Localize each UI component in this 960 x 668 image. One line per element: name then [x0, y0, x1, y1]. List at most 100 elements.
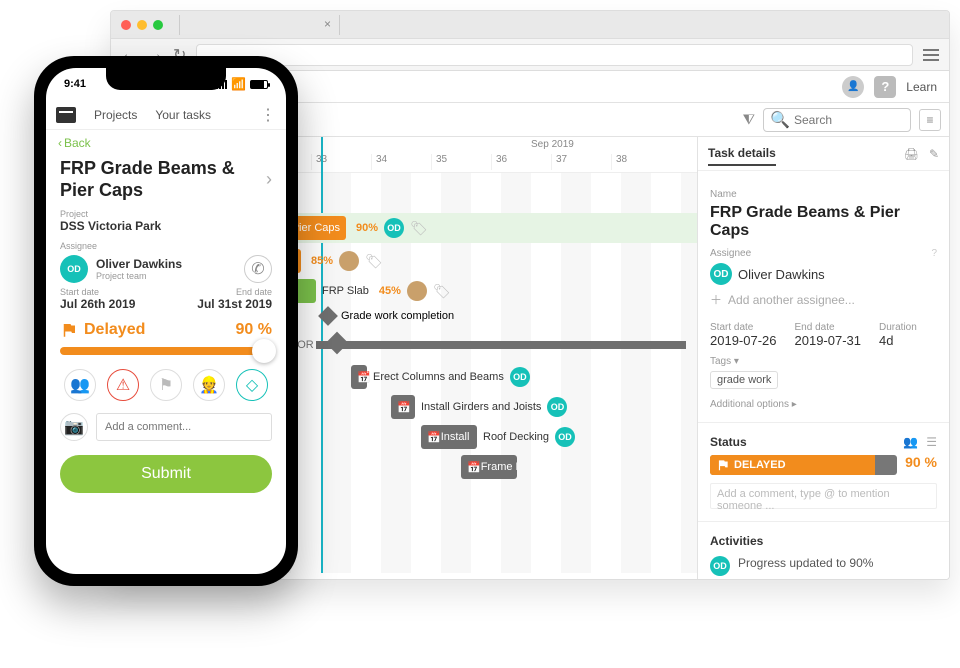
assignee-label: Assignee: [710, 248, 751, 259]
progress-percent: 90 %: [905, 454, 937, 470]
task-label: Erect Columns and Beams: [373, 371, 504, 383]
search-field[interactable]: 🔍: [763, 108, 911, 132]
duration-value: 4d: [879, 333, 917, 348]
task-percent: 90%: [356, 222, 378, 234]
call-button[interactable]: ✆: [244, 255, 272, 283]
start-date-label: Start date: [710, 322, 777, 333]
tag-icon[interactable]: 🏷: [410, 220, 428, 237]
task-label: FRP Slab: [322, 285, 369, 297]
submit-button[interactable]: Submit: [60, 455, 272, 493]
address-bar[interactable]: [196, 44, 913, 66]
learn-link[interactable]: Learn: [906, 80, 937, 94]
end-label: End date: [197, 287, 272, 297]
list-toggle-icon[interactable]: ≡: [919, 109, 941, 131]
link-icon[interactable]: ◇: [236, 369, 268, 401]
end-date-value[interactable]: 2019-07-31: [795, 333, 862, 348]
assignee-chip[interactable]: OD Oliver Dawkins: [710, 263, 825, 285]
mobile-assignee-row[interactable]: OD Oliver Dawkins Project team ✆: [60, 255, 272, 283]
week-number: 38: [611, 154, 627, 170]
window-zoom[interactable]: [153, 20, 163, 30]
group-icon[interactable]: 👥: [64, 369, 96, 401]
task-name: FRP Grade Beams & Pier Caps: [710, 204, 937, 240]
edit-icon[interactable]: ✎: [929, 147, 939, 161]
progress-slider[interactable]: [60, 347, 272, 355]
action-icons-row: 👥 ⚠ ⚑ 👷 ◇: [60, 369, 272, 401]
assignee-badge[interactable]: OD: [510, 367, 530, 387]
browser-tabstrip: [179, 15, 939, 35]
battery-icon: [250, 80, 268, 89]
mobile-task-title: FRP Grade Beams & Pier Caps: [60, 158, 266, 201]
browser-tab[interactable]: [180, 15, 340, 35]
home-icon[interactable]: [56, 107, 76, 123]
assignee-badge[interactable]: [339, 251, 359, 271]
tag-icon[interactable]: 🏷: [433, 283, 451, 300]
assignee-badge[interactable]: OD: [384, 218, 404, 238]
tab-your-tasks[interactable]: Your tasks: [155, 108, 211, 122]
task-bar-frp-slab[interactable]: FRP Slab 45% 🏷: [286, 279, 451, 303]
slider-knob[interactable]: [252, 339, 276, 363]
task-label: Frame Exterior: [481, 461, 517, 473]
week-number: 33: [311, 154, 327, 170]
tab-projects[interactable]: Projects: [94, 108, 137, 122]
search-icon: 🔍: [770, 110, 790, 130]
filter-icon[interactable]: ⧨: [743, 111, 756, 128]
project-value: DSS Victoria Park: [60, 219, 272, 233]
task-bar-roof-decking[interactable]: 📅 Install Roof Decking Roof Decking OD: [421, 425, 575, 449]
flag-action-icon[interactable]: ⚑: [150, 369, 182, 401]
assignee-badge[interactable]: [407, 281, 427, 301]
task-bar-erect-columns[interactable]: 📅 Erect Columns and Beams OD: [351, 365, 530, 389]
assignee-avatar: OD: [60, 255, 88, 283]
assignee-label: Assignee: [60, 241, 272, 251]
add-assignee-button[interactable]: ＋ Add another assignee...: [710, 291, 937, 308]
kebab-menu-icon[interactable]: ⋮: [260, 105, 276, 125]
tag-icon[interactable]: 🏷: [365, 253, 383, 270]
browser-menu-icon[interactable]: [923, 49, 939, 61]
print-icon[interactable]: 🖨: [904, 147, 919, 161]
lines-icon[interactable]: ☰: [926, 435, 937, 449]
task-percent: 45%: [379, 285, 401, 297]
week-number: 34: [371, 154, 387, 170]
chevron-right-icon[interactable]: ›: [266, 169, 272, 190]
camera-icon[interactable]: 📷: [60, 413, 88, 441]
window-close[interactable]: [121, 20, 131, 30]
progress-bar[interactable]: DELAYED: [710, 455, 897, 475]
end-value: Jul 31st 2019: [197, 297, 272, 311]
start-label: Start date: [60, 287, 135, 297]
help-circle-icon[interactable]: ?: [931, 248, 937, 259]
assignee-name: Oliver Dawkins: [738, 267, 825, 282]
assignee-badge[interactable]: OD: [555, 427, 575, 447]
activity-text: Progress updated to 90%: [738, 556, 873, 570]
tags-label: Tags ▾: [710, 356, 937, 367]
today-line: [321, 137, 323, 573]
task-bar-girders-joists[interactable]: 📅 Install Girders and Joists OD: [391, 395, 567, 419]
window-titlebar: [111, 11, 949, 39]
task-label: Install Girders and Joists: [421, 401, 541, 413]
status-label: Status: [710, 435, 747, 449]
flag-icon: [716, 458, 730, 472]
window-minimize[interactable]: [137, 20, 147, 30]
task-bar-frame-exterior[interactable]: 📅 Frame Exterior: [461, 455, 517, 479]
milestone-grade-completion[interactable]: Grade work completion: [321, 309, 454, 323]
duration-label: Duration: [879, 322, 917, 333]
search-input[interactable]: [794, 113, 904, 127]
flag-icon: [60, 321, 78, 339]
end-date-label: End date: [795, 322, 862, 333]
mobile-comment-input[interactable]: [96, 413, 272, 441]
tag-pill[interactable]: grade work: [710, 371, 778, 389]
panel-tab[interactable]: Task details: [708, 142, 776, 166]
back-button[interactable]: ‹ Back: [46, 130, 286, 156]
people-icon[interactable]: 👥: [903, 435, 918, 449]
warning-icon[interactable]: ⚠: [107, 369, 139, 401]
status-row: Delayed 90 %: [60, 321, 272, 339]
additional-options[interactable]: Additional options ▸: [710, 399, 937, 410]
phone-mockup: 9:41 📶 Projects Your tasks ⋮ ‹ Back FRP …: [34, 56, 298, 586]
user-avatar[interactable]: 👤: [842, 76, 864, 98]
assignee-badge[interactable]: OD: [547, 397, 567, 417]
start-date-value[interactable]: 2019-07-26: [710, 333, 777, 348]
plus-icon: ＋: [710, 291, 722, 308]
chevron-left-icon: ‹: [58, 136, 62, 150]
worker-icon[interactable]: 👷: [193, 369, 225, 401]
help-icon[interactable]: ?: [874, 76, 896, 98]
comment-input[interactable]: Add a comment, type @ to mention someone…: [710, 483, 937, 509]
group-bar[interactable]: [316, 341, 686, 349]
